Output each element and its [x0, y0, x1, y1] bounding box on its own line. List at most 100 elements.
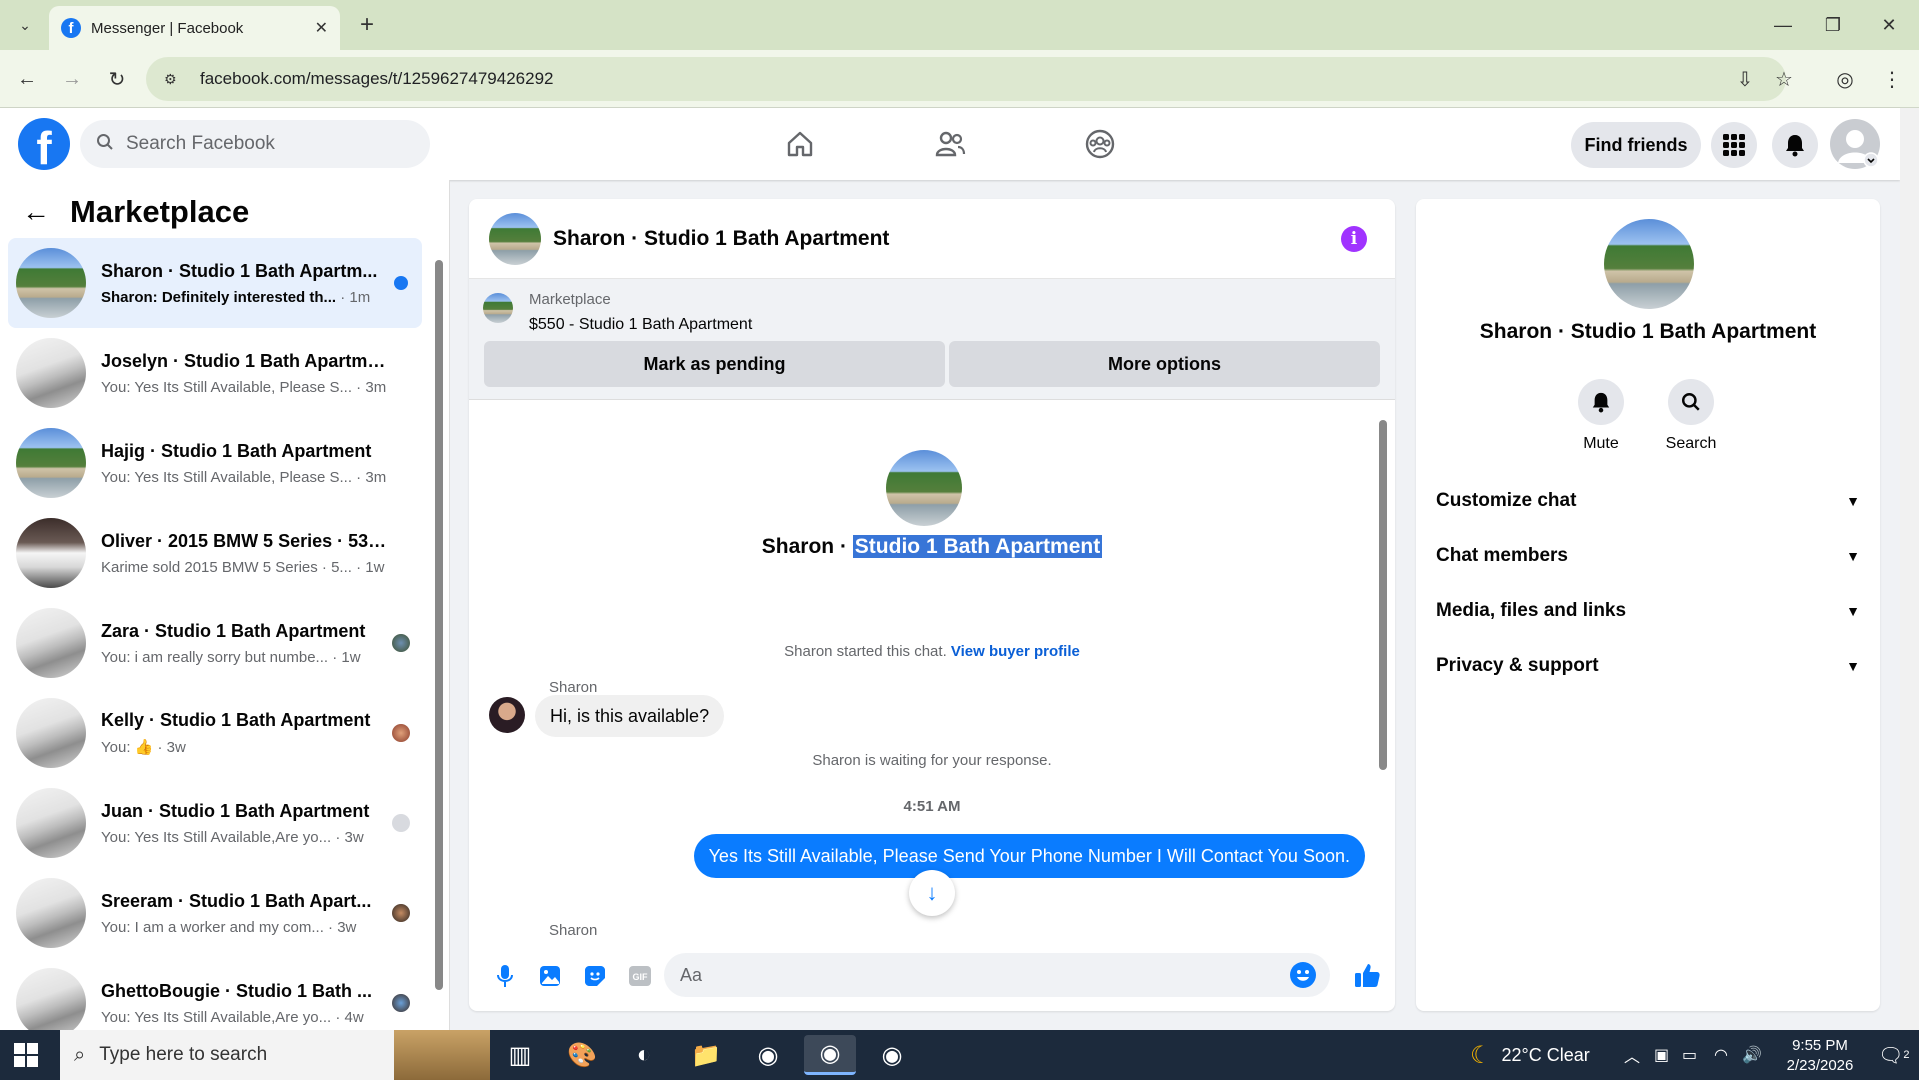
seen-avatar [392, 634, 410, 652]
window-close-icon[interactable]: ✕ [1860, 0, 1918, 50]
windows-taskbar: ⌕ Type here to search ▥ 🎨 ◐ 📁 ◉ ◉ ◉ ☾ 22… [0, 1030, 1919, 1080]
install-app-icon[interactable]: ⇩ [1728, 62, 1762, 96]
conversation-item[interactable]: Sharon · Studio 1 Bath Apartm... Sharon: … [8, 238, 422, 328]
taskbar-clock[interactable]: 9:55 PM 2/23/2026 [1770, 1036, 1870, 1076]
home-icon[interactable] [770, 124, 830, 164]
conversation-preview: You: i am really sorry but numbe... · 1w [101, 648, 361, 666]
marketplace-listing-bar: Marketplace $550 - Studio 1 Bath Apartme… [469, 279, 1395, 400]
url-omnibox[interactable]: ⚙ facebook.com/messages/t/12596274794262… [146, 57, 1786, 101]
conversation-item[interactable]: Juan · Studio 1 Bath Apartment You: Yes I… [8, 778, 422, 868]
forward-icon[interactable]: → [55, 62, 89, 96]
meet-now-icon[interactable]: ▣ [1654, 1030, 1669, 1080]
browser-tab-messenger[interactable]: f Messenger | Facebook ✕ [49, 6, 340, 50]
tab-search-dropdown-icon[interactable]: ⌄ [10, 10, 40, 40]
chat-window: Sharon · Studio 1 Bath Apartment i Marke… [469, 199, 1395, 1011]
groups-icon[interactable] [1070, 124, 1130, 164]
windows-start-icon[interactable] [14, 1043, 38, 1067]
sender-avatar[interactable] [489, 697, 525, 733]
bell-icon [1578, 379, 1624, 425]
message-input-placeholder: Aa [680, 964, 703, 985]
photo-icon[interactable] [528, 954, 572, 998]
taskbar-search-box[interactable]: ⌕ Type here to search [60, 1030, 490, 1080]
address-bar-row: ← → ↻ ⚙ facebook.com/messages/t/12596274… [0, 50, 1919, 108]
customize-chat-row[interactable]: Customize chat ▼ [1436, 481, 1860, 521]
info-name: Sharon · Studio 1 Bath Apartment [1479, 320, 1817, 343]
edge-browser-icon[interactable]: ◐ [618, 1035, 670, 1075]
task-view-icon[interactable]: ▥ [494, 1035, 546, 1075]
gif-icon[interactable]: GIF [618, 954, 662, 998]
sidebar-scrollbar[interactable] [434, 246, 444, 1006]
view-buyer-profile-link[interactable]: View buyer profile [951, 643, 1080, 660]
conversation-item[interactable]: Oliver · 2015 BMW 5 Series · 535... Karim… [8, 508, 422, 598]
search-highlight-image [394, 1030, 490, 1080]
like-thumbs-up-icon[interactable] [1347, 955, 1387, 995]
privacy-support-row[interactable]: Privacy & support ▼ [1436, 646, 1860, 686]
profile-icon[interactable]: ◎ [1828, 62, 1862, 96]
facebook-search-input[interactable]: Search Facebook [80, 120, 430, 168]
conversation-item[interactable]: Sreeram · Studio 1 Bath Apart... You: I a… [8, 868, 422, 958]
menu-grid-icon[interactable] [1711, 122, 1757, 168]
microphone-icon[interactable] [483, 954, 527, 998]
seen-avatar [392, 904, 410, 922]
chrome-profile-1-icon[interactable]: ◉ [742, 1035, 794, 1075]
facebook-logo-icon[interactable]: f [18, 118, 70, 170]
restore-icon[interactable]: ❐ [1804, 0, 1862, 50]
incoming-message[interactable]: Hi, is this available? [535, 695, 725, 737]
back-arrow-icon[interactable]: ← [22, 196, 50, 228]
page-scrollbar[interactable] [1900, 108, 1919, 1030]
chat-avatar[interactable] [489, 212, 541, 265]
browser-menu-icon[interactable]: ⋮ [1875, 62, 1909, 96]
find-friends-button[interactable]: Find friends [1571, 122, 1701, 168]
reload-icon[interactable]: ↻ [100, 62, 134, 96]
info-icon[interactable]: i [1341, 226, 1367, 252]
url-text[interactable]: facebook.com/messages/t/1259627479426292 [200, 69, 553, 89]
new-tab-icon[interactable]: + [352, 10, 382, 40]
back-icon[interactable]: ← [10, 62, 44, 96]
chat-title[interactable]: Sharon · Studio 1 Bath Apartment [553, 227, 889, 251]
battery-icon[interactable]: ▭ [1682, 1030, 1697, 1080]
paint-app-icon[interactable]: 🎨 [556, 1035, 608, 1075]
show-hidden-icons-icon[interactable]: ︿ [1624, 1030, 1640, 1080]
media-files-links-row[interactable]: Media, files and links ▼ [1436, 591, 1860, 631]
bookmark-star-icon[interactable]: ☆ [1767, 62, 1801, 96]
listing-thumbnail[interactable] [483, 293, 513, 323]
wifi-icon[interactable]: ◠ [1714, 1030, 1728, 1080]
listing-title[interactable]: $550 - Studio 1 Bath Apartment [529, 316, 752, 334]
section-label: Media, files and links [1436, 600, 1627, 621]
conversation-item[interactable]: Hajig · Studio 1 Bath Apartment You: Yes … [8, 418, 422, 508]
notification-center-icon[interactable]: 🗨 2 [1878, 1030, 1910, 1080]
info-avatar[interactable] [1604, 219, 1694, 309]
emoji-icon[interactable] [1290, 962, 1316, 988]
scroll-to-bottom-icon[interactable]: ↓ [909, 870, 955, 916]
account-avatar[interactable] [1830, 119, 1880, 169]
chat-members-row[interactable]: Chat members ▼ [1436, 536, 1860, 576]
chrome-profile-3-icon[interactable]: ◉ [866, 1035, 918, 1075]
search-in-chat-button[interactable]: Search [1651, 379, 1731, 453]
outgoing-message[interactable]: Yes Its Still Available, Please Send You… [693, 834, 1365, 878]
tab-close-icon[interactable]: ✕ [315, 18, 328, 38]
mark-as-pending-button[interactable]: Mark as pending [484, 341, 945, 387]
chevron-down-icon: ▼ [1846, 603, 1860, 619]
friends-icon[interactable] [920, 124, 980, 164]
conversation-item[interactable]: Joselyn · Studio 1 Bath Apartment You: Ye… [8, 328, 422, 418]
search-placeholder: Search Facebook [126, 133, 275, 154]
chrome-profile-2-icon[interactable]: ◉ [804, 1035, 856, 1075]
conversation-item[interactable]: Kelly · Studio 1 Bath Apartment You: 👍 · … [8, 688, 422, 778]
message-scrollbar[interactable] [1377, 406, 1389, 936]
message-input[interactable]: Aa [664, 953, 1330, 997]
taskbar-search-placeholder: Type here to search [99, 1044, 268, 1065]
notifications-bell-icon[interactable] [1772, 122, 1818, 168]
mute-button[interactable]: Mute [1561, 379, 1641, 453]
mute-label: Mute [1583, 435, 1619, 452]
volume-icon[interactable]: 🔊 [1742, 1030, 1762, 1080]
file-explorer-icon[interactable]: 📁 [680, 1035, 732, 1075]
conversation-item[interactable]: Zara · Studio 1 Bath Apartment You: i am … [8, 598, 422, 688]
sticker-icon[interactable] [573, 954, 617, 998]
seen-avatar [392, 724, 410, 742]
sender-name: Sharon [549, 922, 598, 939]
conversation-preview: You: 👍 · 3w [101, 739, 186, 756]
site-settings-icon[interactable]: ⚙ [164, 71, 186, 88]
more-options-button[interactable]: More options [949, 341, 1380, 387]
seen-avatar [392, 994, 410, 1012]
weather-widget[interactable]: ☾ 22°C Clear [1470, 1030, 1590, 1080]
